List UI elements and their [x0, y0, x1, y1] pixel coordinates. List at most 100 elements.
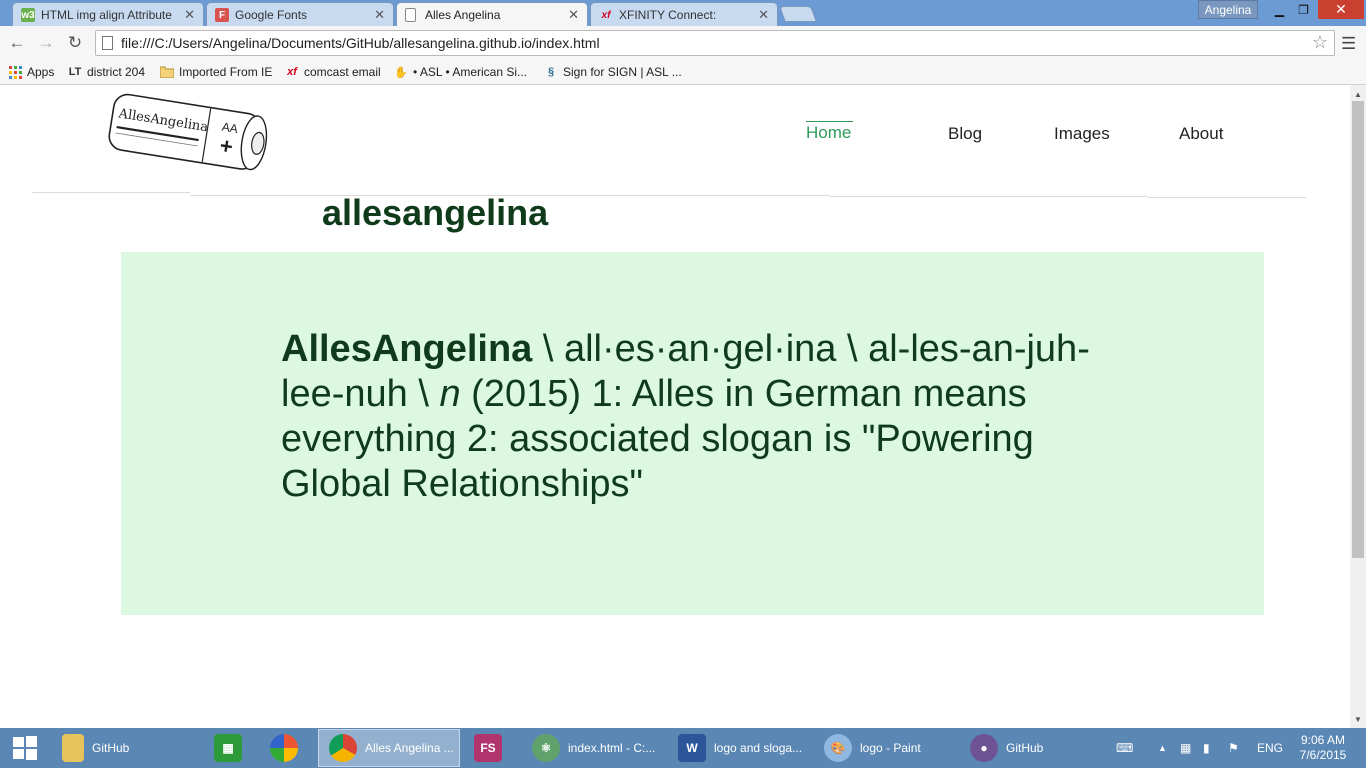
url-text: file:///C:/Users/Angelina/Documents/GitH… [121, 35, 600, 51]
paint-icon: 🎨 [824, 734, 852, 762]
bookmark-label: Imported From IE [179, 65, 273, 79]
action-center-icon[interactable]: ▦ [1180, 728, 1191, 768]
taskbar-item-word[interactable]: W logo and sloga... [668, 729, 810, 767]
page-icon [405, 8, 416, 22]
browser-toolbar: ← → ↻ file:///C:/Users/Angelina/Document… [0, 26, 1366, 59]
close-icon[interactable]: ✕ [374, 7, 385, 23]
close-icon[interactable]: ✕ [184, 7, 195, 23]
system-clock[interactable]: 9:06 AM 7/6/2015 [1298, 733, 1348, 763]
logo-battery-image[interactable]: AllesAngelina AA + [104, 91, 279, 183]
reload-icon[interactable]: ↻ [65, 33, 85, 53]
lt-icon: LT [68, 66, 82, 78]
header-divider [830, 196, 1148, 197]
profile-button[interactable]: Angelina [1198, 0, 1258, 19]
tab-label: Google Fonts [235, 7, 308, 22]
taskbar-item-chrome[interactable]: Alles Angelina ... [318, 729, 460, 767]
taskbar-item-fs[interactable]: FS [464, 729, 518, 767]
bookmark-apps[interactable]: Apps [8, 63, 54, 81]
bookmark-sign-for-sign[interactable]: § Sign for SIGN | ASL ... [544, 63, 682, 81]
active-nav-indicator [806, 121, 853, 122]
atom-icon: ⚛ [532, 734, 560, 762]
folder-icon [160, 65, 174, 79]
windows-start-icon[interactable] [0, 728, 50, 768]
taskbar-item-github-folder[interactable]: GitHub [52, 729, 200, 767]
bookmark-star-icon[interactable]: ☆ [1312, 32, 1328, 53]
bookmark-comcast-email[interactable]: xf comcast email [285, 63, 381, 81]
clock-date: 7/6/2015 [1299, 748, 1347, 762]
new-tab-button[interactable] [779, 6, 817, 22]
page-viewport: AllesAngelina AA + Home Blog Images Abou… [0, 85, 1350, 728]
tab-label: HTML img align Attribute [41, 7, 172, 22]
definition-text: AllesAngelina \ all·es·an·gel·ina \ al-l… [281, 327, 1121, 507]
bookmark-asl[interactable]: ✋ • ASL • American Si... [394, 63, 527, 81]
folder-icon [62, 734, 84, 762]
bookmark-label: • ASL • American Si... [413, 65, 528, 79]
tab-google-fonts[interactable]: F Google Fonts ✕ [206, 2, 394, 26]
tab-w3schools[interactable]: w3 HTML img align Attribute ✕ [12, 2, 204, 26]
tab-strip: w3 HTML img align Attribute ✕ F Google F… [0, 0, 1366, 26]
scrollbar-thumb[interactable] [1352, 101, 1364, 558]
network-icon[interactable]: ⚑ [1228, 728, 1239, 768]
xfinity-icon: xf [601, 9, 611, 21]
taskbar-label: logo - Paint [860, 741, 921, 755]
minimize-icon[interactable]: ▁ [1266, 0, 1293, 19]
bookmarks-bar: Apps LT district 204 Imported From IE xf… [0, 59, 1366, 85]
definition-part-of-speech: n [439, 373, 461, 415]
battery-icon[interactable]: ▮ [1203, 728, 1210, 768]
taskbar-item-atom[interactable]: ⚛ index.html - C:... [522, 729, 664, 767]
bookmark-label: Sign for SIGN | ASL ... [563, 65, 682, 79]
bookmark-label: Apps [27, 65, 55, 79]
taskbar-item-store[interactable]: ▦ [204, 729, 256, 767]
nav-about-link[interactable]: About [1179, 124, 1223, 144]
back-icon[interactable]: ← [7, 33, 27, 53]
picasa-icon [270, 734, 298, 762]
show-hidden-icons-icon[interactable]: ▲ [1158, 728, 1167, 768]
taskbar-item-paint[interactable]: 🎨 logo - Paint [814, 729, 956, 767]
tab-alles-angelina[interactable]: Alles Angelina ✕ [396, 2, 588, 26]
menu-icon[interactable]: ☰ [1341, 34, 1356, 54]
clock-time: 9:06 AM [1300, 733, 1346, 747]
sign-icon: § [547, 66, 555, 78]
nav-home-link[interactable]: Home [806, 123, 851, 143]
tab-label: Alles Angelina [425, 7, 501, 22]
tab-xfinity[interactable]: xf XFINITY Connect: ✕ [590, 2, 778, 26]
fs-icon: FS [474, 734, 502, 762]
close-window-icon[interactable]: ✕ [1318, 0, 1364, 19]
bookmark-imported-from-ie[interactable]: Imported From IE [160, 63, 272, 81]
page-icon [102, 36, 113, 50]
site-title: allesangelina [322, 192, 549, 233]
xfinity-icon: xf [287, 66, 297, 78]
scroll-up-icon[interactable]: ▲ [1350, 87, 1366, 101]
scroll-down-icon[interactable]: ▼ [1350, 712, 1366, 726]
definition-term: AllesAngelina [281, 328, 533, 370]
nav-images-link[interactable]: Images [1054, 124, 1110, 144]
close-icon[interactable]: ✕ [758, 7, 769, 23]
asl-hand-icon: ✋ [394, 66, 408, 79]
page-scrollbar[interactable]: ▲ ▼ [1350, 85, 1366, 728]
taskbar-label: Alles Angelina ... [365, 741, 454, 755]
address-bar[interactable]: file:///C:/Users/Angelina/Documents/GitH… [95, 30, 1335, 56]
github-icon: ● [970, 734, 998, 762]
taskbar-label: logo and sloga... [714, 741, 803, 755]
taskbar-item-picasa[interactable] [260, 729, 314, 767]
apps-grid-icon [8, 65, 22, 79]
chrome-icon [329, 734, 357, 762]
nav-blog-link[interactable]: Blog [948, 124, 982, 144]
maximize-icon[interactable]: ❐ [1290, 0, 1317, 19]
language-indicator[interactable]: ENG [1257, 728, 1283, 768]
google-fonts-icon: F [215, 8, 229, 22]
bookmark-label: comcast email [304, 65, 381, 79]
taskbar-label: index.html - C:... [568, 741, 656, 755]
forward-icon[interactable]: → [36, 33, 56, 53]
taskbar-item-github[interactable]: ● GitHub [960, 729, 1096, 767]
tab-label: XFINITY Connect: [619, 7, 717, 22]
word-icon: W [678, 734, 706, 762]
w3-icon: w3 [21, 8, 35, 22]
windows-taskbar: GitHub ▦ Alles Angelina ... FS ⚛ index.h… [0, 728, 1366, 768]
bookmark-district-204[interactable]: LT district 204 [68, 63, 145, 81]
taskbar-label: GitHub [92, 741, 130, 755]
header-divider [1148, 197, 1306, 198]
taskbar-label: GitHub [1006, 741, 1044, 755]
keyboard-icon[interactable]: ⌨ [1116, 728, 1133, 768]
close-icon[interactable]: ✕ [568, 7, 579, 23]
